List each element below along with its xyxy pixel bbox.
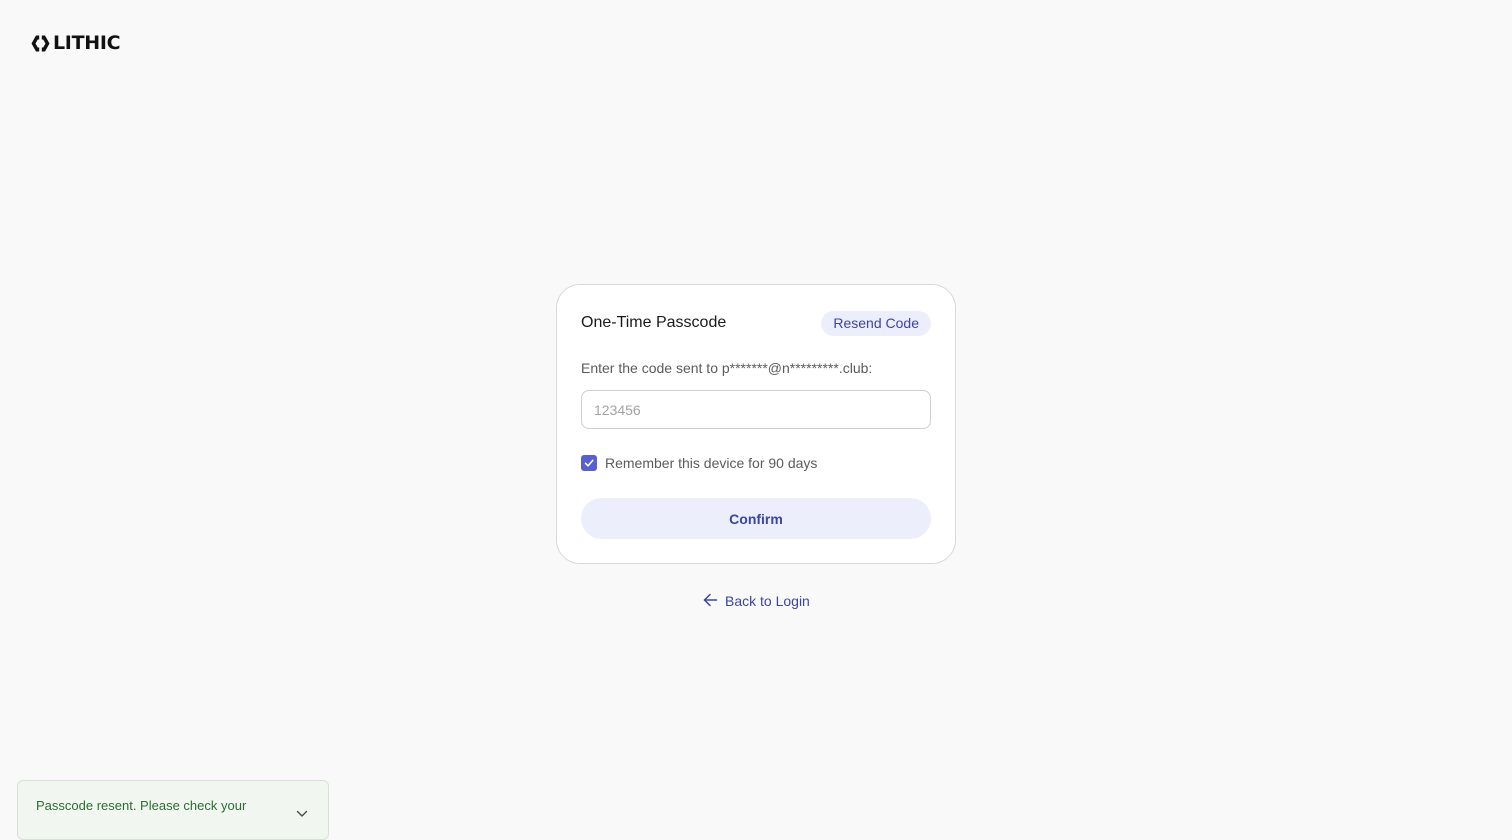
code-prompt: Enter the code sent to p*******@n*******… — [581, 360, 873, 376]
back-to-login-label: Back to Login — [725, 593, 810, 609]
remember-device-row[interactable]: Remember this device for 90 days — [581, 455, 817, 471]
back-to-login-link[interactable]: Back to Login — [703, 590, 810, 612]
chevron-down-icon[interactable] — [296, 805, 308, 823]
toast-notification: Passcode resent. Please check your — [17, 780, 329, 840]
checkmark-icon — [584, 459, 594, 467]
remember-device-label: Remember this device for 90 days — [605, 455, 818, 471]
passcode-input[interactable] — [581, 390, 931, 429]
arrow-left-icon — [703, 593, 718, 610]
confirm-button[interactable]: Confirm — [581, 498, 931, 539]
remember-device-checkbox[interactable] — [581, 455, 597, 471]
lithic-mark-icon — [31, 34, 50, 52]
card-header: One-Time Passcode Resend Code — [581, 310, 931, 336]
otp-card: One-Time Passcode Resend Code Enter the … — [556, 284, 956, 564]
brand-logo[interactable]: LITHIC — [31, 30, 121, 56]
brand-name: LITHIC — [53, 32, 121, 54]
card-title: One-Time Passcode — [581, 314, 727, 331]
toast-message: Passcode resent. Please check your — [36, 798, 247, 813]
resend-code-button[interactable]: Resend Code — [821, 310, 931, 336]
